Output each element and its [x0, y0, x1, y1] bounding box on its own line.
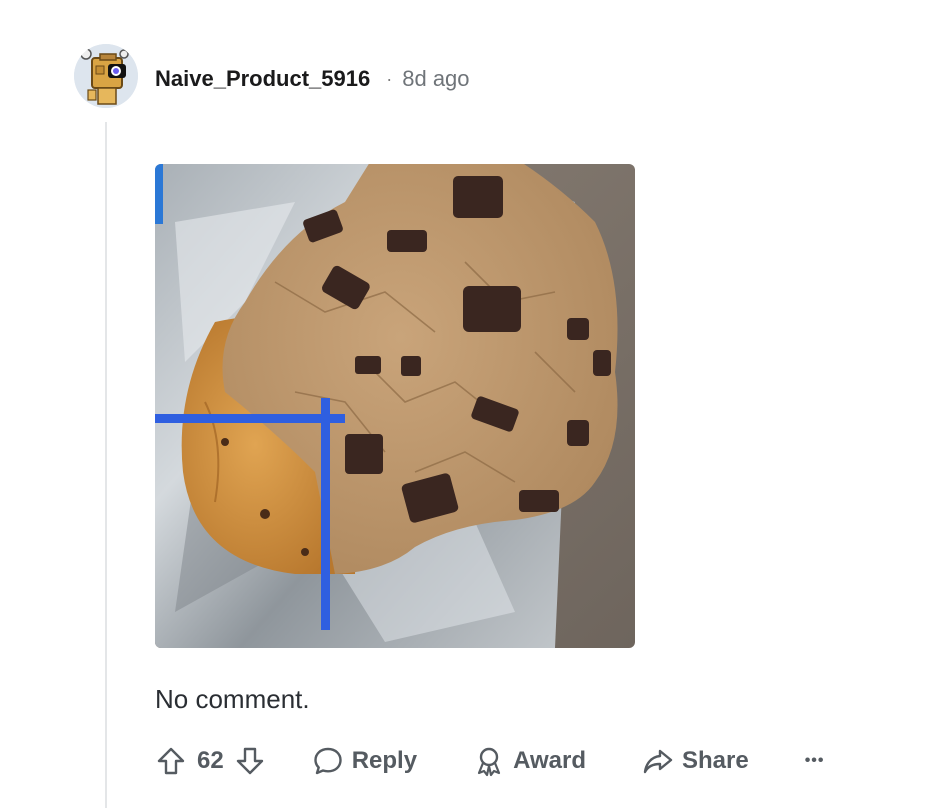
- reply-label: Reply: [351, 747, 418, 774]
- share-arrow-icon: [642, 745, 674, 777]
- username[interactable]: Naive_Product_5916: [155, 66, 370, 92]
- ellipsis-icon: •••: [804, 752, 825, 769]
- share-button[interactable]: Share: [642, 745, 749, 777]
- award-button[interactable]: Award: [473, 745, 586, 777]
- downvote-icon[interactable]: [234, 745, 266, 777]
- vote-score: 62: [197, 747, 224, 774]
- reply-button[interactable]: Reply: [312, 745, 417, 777]
- vote-control: 62: [155, 745, 266, 777]
- award-ribbon-icon: [473, 745, 505, 777]
- more-options-button[interactable]: •••: [805, 752, 825, 770]
- comment-actions: 62 Reply Award Share •••: [155, 738, 825, 784]
- upvote-icon[interactable]: [155, 745, 187, 777]
- meta-separator: ·: [386, 68, 393, 89]
- comment-body: No comment.: [155, 684, 310, 714]
- thread-line[interactable]: [105, 122, 107, 808]
- speech-bubble-icon: [312, 745, 344, 777]
- robot-avatar-icon: [74, 44, 138, 108]
- comment-image[interactable]: [155, 142, 635, 648]
- cookie-photo: [155, 164, 635, 648]
- award-label: Award: [513, 747, 586, 774]
- timestamp[interactable]: 8d ago: [402, 66, 469, 92]
- share-label: Share: [681, 747, 749, 774]
- comment-meta: Naive_Product_5916 · 8d ago: [155, 62, 470, 96]
- avatar[interactable]: [74, 44, 138, 108]
- comment: Naive_Product_5916 · 8d ago No comment. …: [0, 0, 928, 808]
